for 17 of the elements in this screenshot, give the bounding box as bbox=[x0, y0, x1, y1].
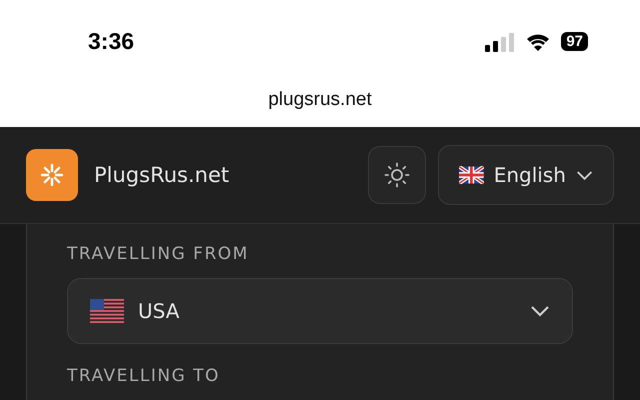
wifi-icon bbox=[525, 32, 552, 52]
language-select[interactable]: English bbox=[438, 144, 614, 205]
flag-icon bbox=[459, 166, 484, 184]
status-time: 3:36 bbox=[88, 28, 134, 56]
battery-level: 97 bbox=[561, 32, 588, 52]
flag-icon bbox=[90, 299, 124, 323]
chevron-icon bbox=[576, 170, 593, 180]
signal-icon bbox=[485, 32, 516, 52]
chevron-icon bbox=[530, 305, 550, 317]
logo-icon bbox=[26, 148, 78, 201]
theme-toggle-button[interactable] bbox=[368, 146, 426, 204]
address-bar-url[interactable]: plugsrus.net bbox=[268, 89, 372, 112]
field-label: TRAVELLING TO bbox=[67, 366, 221, 386]
sun-icon bbox=[384, 162, 410, 188]
site-name[interactable]: PlugsRus.net bbox=[94, 162, 368, 187]
country-select[interactable]: USA bbox=[67, 278, 573, 344]
field-label: TRAVELLING FROM bbox=[67, 244, 250, 264]
